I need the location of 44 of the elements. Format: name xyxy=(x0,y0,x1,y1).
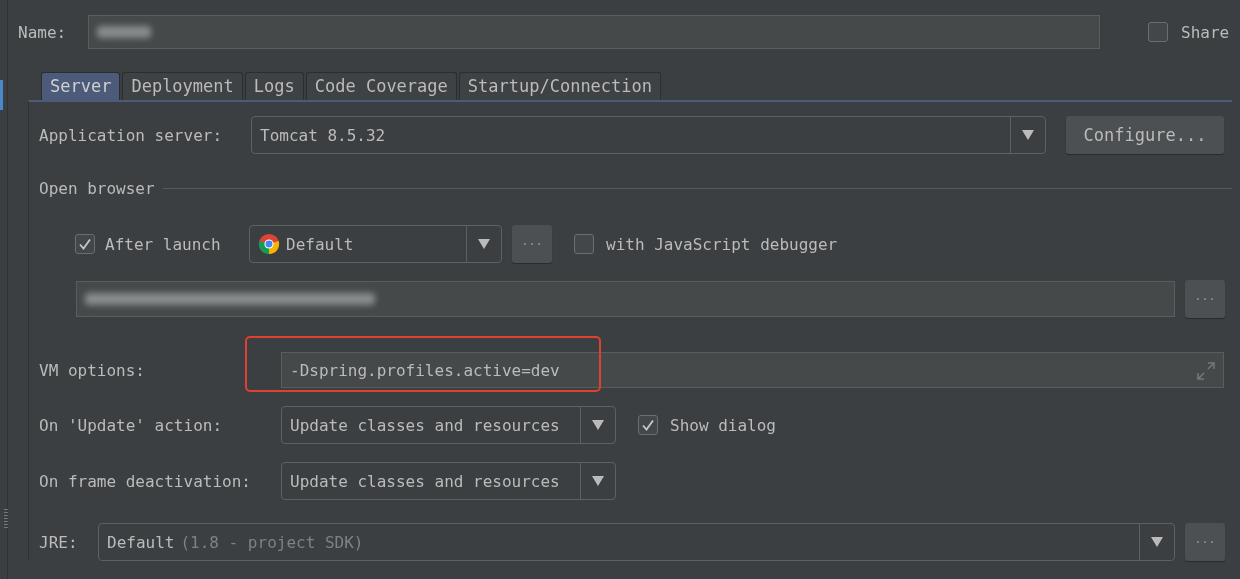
field-label: On 'Update' action: xyxy=(39,415,224,435)
section-title: Open browser xyxy=(39,178,155,198)
checkbox[interactable] xyxy=(574,234,594,254)
caret-icon[interactable] xyxy=(592,476,604,486)
selection-marker xyxy=(0,80,3,110)
caret-icon[interactable] xyxy=(478,239,490,249)
more-button[interactable]: ··· xyxy=(512,225,552,263)
check-icon xyxy=(641,418,655,432)
checkbox[interactable] xyxy=(638,415,658,435)
tab[interactable]: Logs xyxy=(244,72,304,100)
tab[interactable]: Server xyxy=(41,72,121,100)
tab[interactable]: Startup/Connection xyxy=(458,72,662,100)
dropdown[interactable]: Tomcat 8.5.32 xyxy=(251,116,1046,154)
field-label: Application server: xyxy=(39,125,224,145)
check-icon xyxy=(78,237,92,251)
jre-value: Default xyxy=(107,532,175,552)
grip-handle[interactable] xyxy=(4,509,8,529)
configure-button[interactable]: Configure... xyxy=(1066,116,1224,154)
dropdown[interactable]: Default (1.8 - project SDK) xyxy=(98,523,1175,561)
name-field[interactable] xyxy=(88,15,1100,49)
tab[interactable]: Deployment xyxy=(122,72,243,100)
field-label: JRE: xyxy=(39,532,79,552)
checkbox-label: Share xyxy=(1181,22,1230,42)
caret-icon[interactable] xyxy=(1022,130,1034,140)
more-button[interactable]: ··· xyxy=(1185,280,1225,318)
browser-icon xyxy=(258,233,280,255)
checkbox[interactable] xyxy=(75,234,95,254)
dropdown[interactable]: Default xyxy=(249,225,502,263)
checkbox-label: with JavaScript debugger xyxy=(606,234,838,254)
dropdown[interactable]: Update classes and resources xyxy=(281,462,616,500)
vm-options-field[interactable]: -Dspring.profiles.active=dev xyxy=(281,352,1224,388)
url-field[interactable] xyxy=(76,281,1175,317)
checkbox-label: After launch xyxy=(105,234,221,254)
field-label: Name: xyxy=(18,22,68,42)
jre-hint: (1.8 - project SDK) xyxy=(180,532,364,552)
tab[interactable]: Code Coverage xyxy=(305,72,457,100)
checkbox[interactable] xyxy=(1148,22,1168,42)
field-label: On frame deactivation: xyxy=(39,471,252,491)
checkbox-label: Show dialog xyxy=(670,415,776,435)
caret-icon[interactable] xyxy=(592,420,604,430)
more-button[interactable]: ··· xyxy=(1185,523,1225,561)
dropdown[interactable]: Update classes and resources xyxy=(281,406,616,444)
field-label: VM options: xyxy=(39,360,146,380)
caret-icon[interactable] xyxy=(1151,537,1163,547)
